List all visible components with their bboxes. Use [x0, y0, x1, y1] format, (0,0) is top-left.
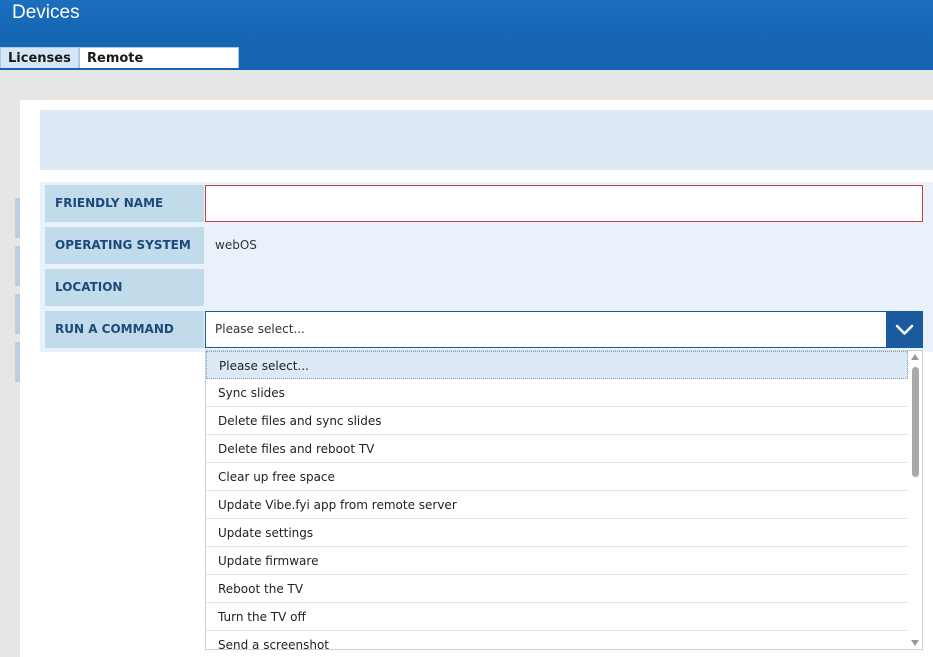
dropdown-option[interactable]: Send a screenshot — [206, 631, 908, 649]
dropdown-option[interactable]: Update Vibe.fyi app from remote server — [206, 491, 908, 519]
chevron-down-icon — [895, 324, 914, 335]
scrollbar-thumb[interactable] — [912, 367, 919, 477]
command-dropdown-list: Please select... Sync slides Delete file… — [205, 350, 923, 650]
operating-system-label: OPERATING SYSTEM — [45, 227, 204, 264]
tab-bar: Licenses Remote Management — [0, 38, 933, 87]
dialog-header — [40, 110, 933, 170]
run-command-selected-value: Please select... — [215, 322, 305, 336]
friendly-name-input[interactable] — [205, 185, 923, 222]
app-header: Devices — [0, 0, 933, 38]
dropdown-option[interactable]: Update settings — [206, 519, 908, 547]
tab-licenses[interactable]: Licenses — [0, 47, 79, 68]
dropdown-option[interactable]: Reboot the TV — [206, 575, 908, 603]
dropdown-toggle-button[interactable] — [886, 311, 923, 348]
dropdown-option[interactable]: Delete files and sync slides — [206, 407, 908, 435]
dropdown-scrollbar[interactable] — [908, 351, 922, 649]
friendly-name-label: FRIENDLY NAME — [45, 185, 204, 222]
dropdown-option[interactable]: Turn the TV off — [206, 603, 908, 631]
dropdown-option[interactable]: Update firmware — [206, 547, 908, 575]
scroll-down-arrow-icon[interactable] — [911, 640, 919, 646]
operating-system-value: webOS — [215, 238, 257, 252]
dropdown-option[interactable]: Please select... — [206, 351, 908, 379]
location-label: LOCATION — [45, 269, 204, 306]
run-command-label: RUN A COMMAND — [45, 311, 204, 348]
page-title: Devices — [12, 2, 80, 23]
tab-remote-management[interactable]: Remote Management — [79, 47, 239, 87]
dropdown-option[interactable]: Sync slides — [206, 379, 908, 407]
dropdown-option[interactable]: Clear up free space — [206, 463, 908, 491]
scroll-up-arrow-icon[interactable] — [911, 354, 919, 360]
dropdown-option[interactable]: Delete files and reboot TV — [206, 435, 908, 463]
run-command-select[interactable]: Please select... — [205, 311, 923, 348]
device-form: FRIENDLY NAME OPERATING SYSTEM webOS LOC… — [40, 182, 933, 352]
device-edit-dialog: FRIENDLY NAME OPERATING SYSTEM webOS LOC… — [20, 100, 933, 657]
